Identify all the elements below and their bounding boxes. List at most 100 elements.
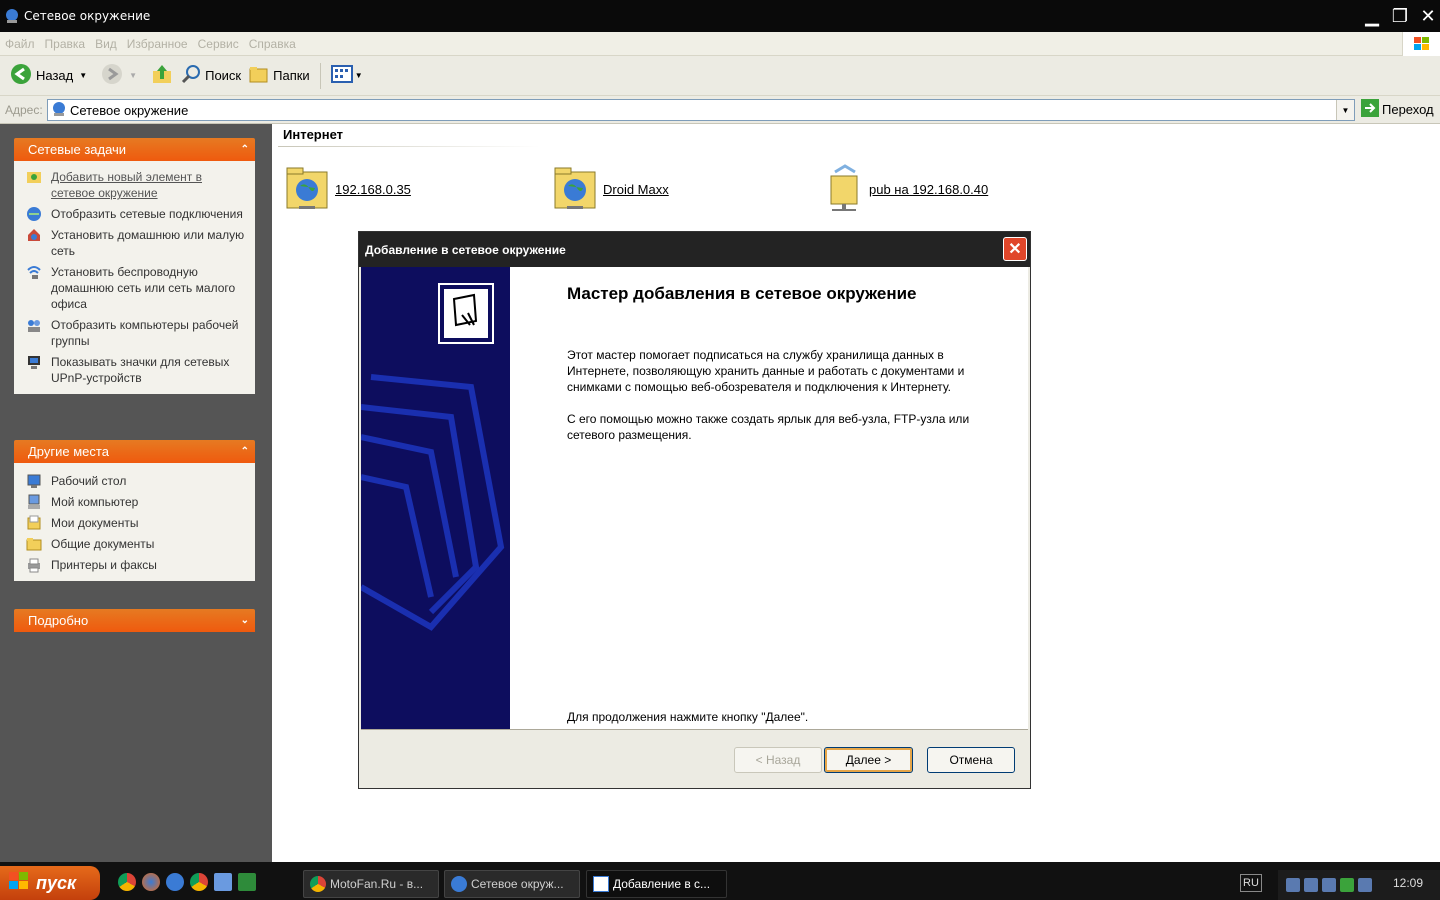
network-tasks-title: Сетевые задачи: [28, 142, 127, 157]
forward-button[interactable]: ▼: [97, 61, 141, 91]
close-button[interactable]: ✕: [1416, 4, 1440, 28]
task-label: Сетевое окруж...: [471, 877, 564, 891]
wizard-footer-text: Для продолжения нажмите кнопку "Далее".: [567, 710, 809, 724]
task-network-connections[interactable]: Отобразить сетевые подключения: [26, 206, 247, 222]
internet-explorer-icon[interactable]: [166, 873, 184, 891]
place-desktop[interactable]: Рабочий стол: [26, 473, 247, 489]
network-places-icon: [451, 876, 467, 892]
back-button[interactable]: Назад ▼: [6, 61, 91, 91]
place-printers-faxes[interactable]: Принтеры и факсы: [26, 557, 247, 573]
forward-dropdown-icon[interactable]: ▼: [129, 71, 137, 80]
expand-icon[interactable]: ⌄: [241, 615, 249, 626]
task-pane: Сетевые задачи ⌃ Добавить новый элемент …: [0, 124, 272, 862]
firefox-icon[interactable]: [142, 873, 160, 891]
volume-tray-icon[interactable]: [1358, 878, 1372, 892]
menu-edit[interactable]: Правка: [40, 37, 91, 51]
toolbar: Назад ▼ ▼ Поиск Папки ▼: [0, 56, 1440, 96]
place-label: Мой компьютер: [51, 495, 139, 509]
excel-icon[interactable]: [238, 873, 256, 891]
other-places-section: Другие места ⌃ Рабочий стол Мой компьюте…: [14, 440, 255, 581]
search-label: Поиск: [205, 68, 242, 83]
bluetooth-tray-icon[interactable]: [1304, 878, 1318, 892]
network-item-pub[interactable]: pub на 192.168.0.40: [827, 164, 988, 215]
go-label: Переход: [1382, 102, 1434, 117]
desktop-icon[interactable]: [214, 873, 232, 891]
back-arrow-icon: [10, 63, 32, 88]
wizard-back-button[interactable]: < Назад: [734, 747, 822, 773]
wizard-next-button[interactable]: Далее >: [824, 747, 913, 773]
web-folder-icon: [553, 164, 599, 215]
place-my-documents[interactable]: Мои документы: [26, 515, 247, 531]
safely-remove-tray-icon[interactable]: [1322, 878, 1336, 892]
task-button-network-places[interactable]: Сетевое окруж...: [444, 870, 580, 898]
start-button[interactable]: пуск: [0, 866, 100, 900]
home-network-icon: [26, 227, 44, 243]
toolbar-separator: [319, 62, 321, 89]
network-item-droid-maxx[interactable]: Droid Maxx: [553, 164, 669, 215]
wizard-heading: Мастер добавления в сетевое окружение: [567, 284, 917, 303]
windows-logo-icon: [1402, 32, 1440, 56]
menu-view[interactable]: Вид: [90, 37, 122, 51]
task-button-add-network-place[interactable]: Добавление в с...: [586, 870, 727, 898]
collapse-icon[interactable]: ⌃: [241, 446, 249, 457]
task-home-network[interactable]: Установить домашнюю или малую сеть: [26, 227, 247, 259]
network-item-192-168-0-35[interactable]: 192.168.0.35: [285, 164, 411, 215]
place-label: Принтеры и факсы: [51, 558, 157, 572]
wireless-network-icon: [26, 264, 44, 280]
collapse-icon[interactable]: ⌃: [241, 144, 249, 155]
back-label: Назад: [36, 68, 74, 83]
folders-label: Папки: [273, 68, 310, 83]
window-title-bar[interactable]: Сетевое окружение ▁ ❐ ✕: [0, 0, 1440, 32]
go-arrow-icon: [1361, 99, 1379, 120]
folders-icon: [249, 65, 269, 86]
minimize-button[interactable]: ▁: [1360, 4, 1384, 28]
menu-favorites[interactable]: Избранное: [122, 37, 193, 51]
place-my-computer[interactable]: Мой компьютер: [26, 494, 247, 510]
task-workgroup-computers[interactable]: Отобразить компьютеры рабочей группы: [26, 317, 247, 349]
task-button-motofan[interactable]: MotoFan.Ru - в...: [303, 870, 439, 898]
network-item-label: pub на 192.168.0.40: [869, 182, 989, 197]
dialog-close-button[interactable]: ✕: [1003, 237, 1027, 261]
views-button[interactable]: ▼: [327, 61, 367, 91]
shared-documents-icon: [26, 536, 44, 552]
add-network-place-dialog: Добавление в сетевое окружение ✕ Мастер …: [358, 231, 1031, 789]
chrome-icon[interactable]: [190, 873, 208, 891]
network-tray-icon[interactable]: [1286, 878, 1300, 892]
printers-icon: [26, 557, 44, 573]
quick-launch: [118, 873, 256, 891]
chrome-icon[interactable]: [118, 873, 136, 891]
address-label: Адрес:: [5, 102, 43, 117]
go-button[interactable]: Переход: [1361, 99, 1434, 120]
dialog-title-bar[interactable]: Добавление в сетевое окружение ✕: [359, 232, 1030, 267]
language-indicator[interactable]: RU: [1240, 874, 1262, 892]
other-places-header[interactable]: Другие места ⌃: [14, 440, 255, 463]
task-add-network-place[interactable]: Добавить новый элемент в сетевое окружен…: [26, 169, 247, 201]
task-upnp-icons[interactable]: Показывать значки для сетевых UPnP-устро…: [26, 354, 247, 386]
views-dropdown-icon[interactable]: ▼: [355, 71, 363, 80]
search-button[interactable]: Поиск: [177, 61, 245, 91]
wizard-cancel-button[interactable]: Отмена: [927, 747, 1015, 773]
wizard-description: Этот мастер помогает подписаться на служ…: [567, 348, 965, 394]
folders-button[interactable]: Папки: [245, 61, 314, 91]
details-header[interactable]: Подробно ⌄: [14, 609, 255, 632]
back-dropdown-icon[interactable]: ▼: [79, 71, 87, 80]
address-dropdown-icon[interactable]: ▼: [1336, 100, 1354, 120]
menu-file[interactable]: Файл: [0, 37, 40, 51]
place-shared-documents[interactable]: Общие документы: [26, 536, 247, 552]
task-wireless-network[interactable]: Установить беспроводную домашнюю сеть ил…: [26, 264, 247, 312]
maximize-button[interactable]: ❐: [1388, 4, 1412, 28]
up-button[interactable]: [147, 61, 177, 91]
network-tasks-header[interactable]: Сетевые задачи ⌃: [14, 138, 255, 161]
window-icon: [593, 876, 609, 892]
security-tray-icon[interactable]: [1340, 878, 1354, 892]
wizard-content: Мастер добавления в сетевое окружение Эт…: [510, 267, 1028, 729]
address-input[interactable]: Сетевое окружение ▼: [47, 99, 1355, 121]
task-label: Отобразить компьютеры рабочей группы: [51, 318, 239, 348]
my-documents-icon: [26, 515, 44, 531]
menu-tools[interactable]: Сервис: [193, 37, 244, 51]
task-label: Отобразить сетевые подключения: [51, 207, 243, 221]
dialog-separator: [361, 729, 1028, 730]
start-label: пуск: [36, 872, 77, 893]
menu-help[interactable]: Справка: [244, 37, 301, 51]
wizard-banner: [361, 267, 510, 729]
